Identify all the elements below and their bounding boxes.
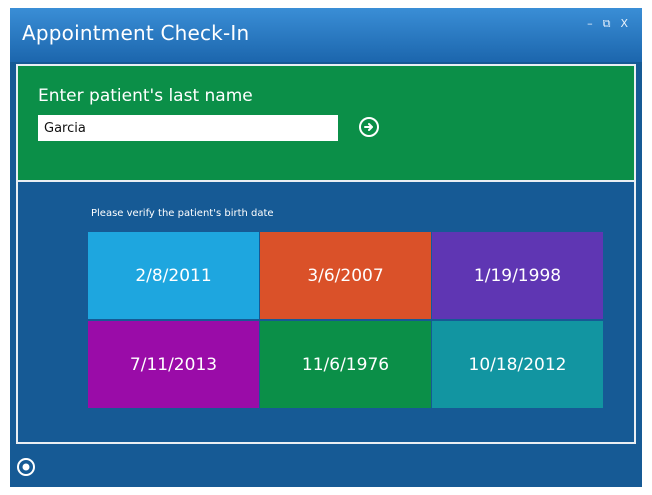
birthdate-label: 10/18/2012	[468, 354, 567, 375]
restore-button[interactable]: ⧉	[603, 18, 611, 30]
window-controls: – ⧉ X	[587, 18, 628, 30]
content-frame: Enter patient's last name Please verify …	[16, 64, 636, 444]
search-panel: Enter patient's last name	[18, 66, 634, 182]
birthdate-label: 7/11/2013	[129, 354, 218, 375]
last-name-label: Enter patient's last name	[38, 86, 253, 106]
birthdate-label: 11/6/1976	[301, 354, 390, 375]
birthdate-tile[interactable]: 11/6/1976	[260, 321, 431, 408]
arrow-right-circle-icon	[364, 123, 373, 131]
close-button[interactable]: X	[620, 18, 628, 30]
verify-birthdate-prompt: Please verify the patient's birth date	[91, 208, 274, 219]
bottom-bar	[10, 445, 642, 487]
birthdate-tile[interactable]: 7/11/2013	[88, 321, 259, 408]
birthdate-tile[interactable]: 3/6/2007	[260, 232, 431, 319]
birthdate-tile[interactable]: 1/19/1998	[432, 232, 603, 319]
search-go-button[interactable]	[359, 117, 379, 137]
birthdate-tile[interactable]: 2/8/2011	[88, 232, 259, 319]
app-window: Appointment Check-In – ⧉ X Enter patient…	[10, 8, 642, 487]
settings-button[interactable]	[16, 457, 36, 477]
minimize-button[interactable]: –	[587, 18, 593, 30]
last-name-input[interactable]	[38, 115, 338, 141]
settings-icon	[17, 458, 35, 476]
birthdate-label: 3/6/2007	[307, 265, 384, 286]
birthdate-grid: 2/8/2011 3/6/2007 1/19/1998 7/11/2013 11…	[88, 232, 603, 408]
birthdate-tile[interactable]: 10/18/2012	[432, 321, 603, 408]
title-bar[interactable]: Appointment Check-In – ⧉ X	[10, 8, 642, 62]
birthdate-label: 2/8/2011	[135, 265, 212, 286]
birthdate-label: 1/19/1998	[473, 265, 562, 286]
window-title: Appointment Check-In	[22, 21, 250, 45]
